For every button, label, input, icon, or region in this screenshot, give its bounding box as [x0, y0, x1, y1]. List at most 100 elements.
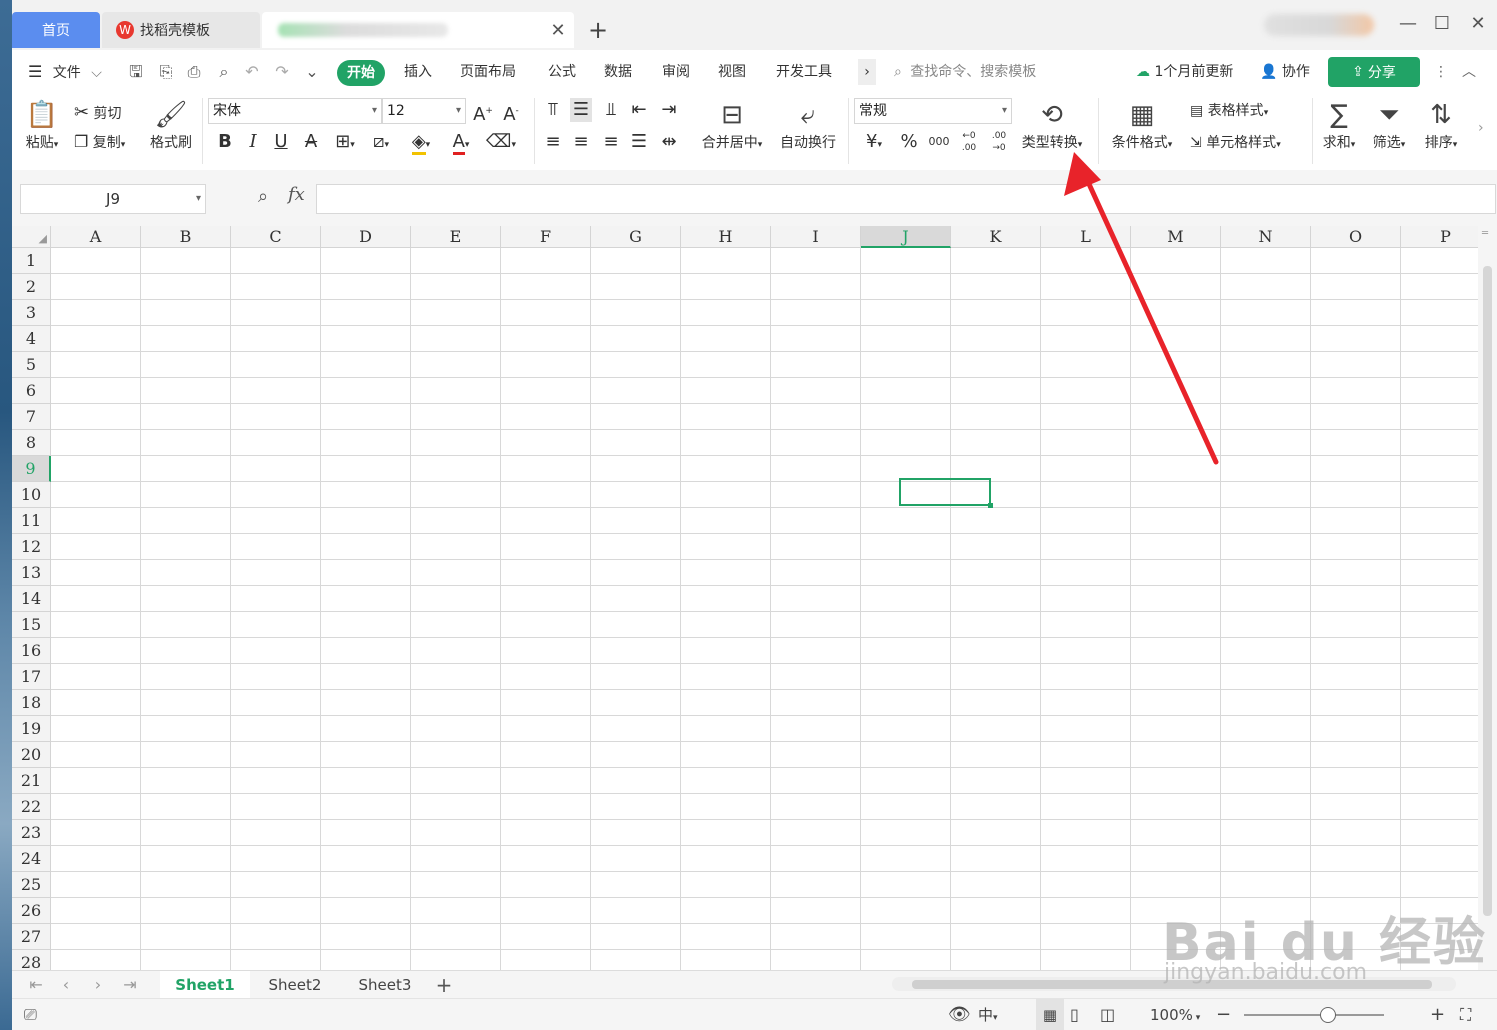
- undo-icon[interactable]: ↶: [242, 62, 262, 82]
- italic-button[interactable]: I: [242, 130, 264, 154]
- column-header-j[interactable]: J: [861, 226, 951, 248]
- new-tab-button[interactable]: +: [586, 16, 610, 44]
- input-method-icon[interactable]: 中▾: [978, 999, 998, 1030]
- column-header-e[interactable]: E: [411, 226, 501, 248]
- row-header-9[interactable]: 9: [12, 456, 51, 482]
- row-header-1[interactable]: 1: [12, 248, 51, 274]
- vertical-scroll-thumb[interactable]: [1483, 266, 1492, 916]
- cut-button[interactable]: ✂ 剪切: [74, 102, 122, 123]
- bold-button[interactable]: B: [214, 130, 236, 154]
- add-sheet-button[interactable]: +: [432, 971, 456, 999]
- row-header-13[interactable]: 13: [12, 560, 51, 586]
- row-header-10[interactable]: 10: [12, 482, 51, 508]
- column-header-m[interactable]: M: [1131, 226, 1221, 248]
- export-icon[interactable]: ⎘: [156, 62, 176, 82]
- thousands-separator-button[interactable]: 000: [926, 130, 952, 154]
- redo-icon[interactable]: ↷: [272, 62, 292, 82]
- border-icon[interactable]: ⊞▾: [330, 130, 360, 157]
- filter-button[interactable]: ⏷ 筛选▾: [1366, 98, 1412, 152]
- row-header-19[interactable]: 19: [12, 716, 51, 742]
- fill-handle[interactable]: [988, 503, 993, 508]
- column-header-i[interactable]: I: [771, 226, 861, 248]
- share-button[interactable]: ⇪ 分享: [1328, 57, 1420, 87]
- column-header-l[interactable]: L: [1041, 226, 1131, 248]
- page-layout-view-icon[interactable]: ▯: [1070, 999, 1079, 1030]
- next-sheet-icon[interactable]: ›: [86, 971, 110, 999]
- align-left-icon[interactable]: ≡: [542, 130, 564, 154]
- underline-button[interactable]: U: [270, 130, 292, 154]
- column-header-g[interactable]: G: [591, 226, 681, 248]
- zoom-level[interactable]: 100% ▾: [1150, 999, 1200, 1030]
- tab-view[interactable]: 视图: [718, 50, 746, 94]
- wrap-text-button[interactable]: ⤶ 自动换行: [776, 98, 840, 152]
- close-window-button[interactable]: ✕: [1464, 10, 1492, 38]
- row-header-15[interactable]: 15: [12, 612, 51, 638]
- file-menu[interactable]: ☰ 文件 ⌵: [28, 50, 102, 94]
- row-header-14[interactable]: 14: [12, 586, 51, 612]
- save-icon[interactable]: 🖫: [126, 62, 146, 82]
- column-header-a[interactable]: A: [51, 226, 141, 248]
- column-header-c[interactable]: C: [231, 226, 321, 248]
- row-header-18[interactable]: 18: [12, 690, 51, 716]
- column-header-b[interactable]: B: [141, 226, 231, 248]
- row-header-11[interactable]: 11: [12, 508, 51, 534]
- sort-button[interactable]: ⇅ 排序▾: [1418, 98, 1464, 152]
- row-header-16[interactable]: 16: [12, 638, 51, 664]
- currency-button[interactable]: ¥▾: [858, 130, 890, 157]
- command-search[interactable]: ⌕ 查找命令、搜索模板: [894, 50, 1036, 94]
- row-header-12[interactable]: 12: [12, 534, 51, 560]
- row-header-26[interactable]: 26: [12, 898, 51, 924]
- zoom-slider-knob[interactable]: [1320, 1007, 1336, 1023]
- tab-developer[interactable]: 开发工具: [776, 50, 832, 94]
- ribbon-scroll-right-icon[interactable]: ›: [1478, 120, 1484, 136]
- percent-button[interactable]: %: [898, 130, 920, 154]
- row-header-7[interactable]: 7: [12, 404, 51, 430]
- print-preview-icon[interactable]: ⌕: [214, 62, 234, 82]
- zoom-out-icon[interactable]: −: [1216, 999, 1231, 1030]
- cell-style-button[interactable]: ⇲ 单元格样式▾: [1190, 132, 1281, 152]
- normal-view-icon[interactable]: ▦: [1036, 999, 1064, 1030]
- eye-protection-icon[interactable]: 👁: [948, 999, 971, 1030]
- maximize-button[interactable]: ☐: [1428, 10, 1456, 38]
- font-name-select[interactable]: 宋体 ▾: [208, 98, 382, 124]
- font-size-select[interactable]: 12 ▾: [382, 98, 466, 124]
- blurred-account-area[interactable]: [1264, 14, 1374, 36]
- customize-quick-access-icon[interactable]: ⌄: [302, 62, 322, 82]
- first-sheet-icon[interactable]: ⇤: [24, 971, 48, 999]
- row-header-20[interactable]: 20: [12, 742, 51, 768]
- prev-sheet-icon[interactable]: ‹: [54, 971, 78, 999]
- row-header-25[interactable]: 25: [12, 872, 51, 898]
- column-header-f[interactable]: F: [501, 226, 591, 248]
- row-header-2[interactable]: 2: [12, 274, 51, 300]
- sum-button[interactable]: ∑ 求和▾: [1316, 98, 1362, 152]
- row-header-4[interactable]: 4: [12, 326, 51, 352]
- tab-document[interactable]: ✕: [262, 12, 574, 48]
- copy-button[interactable]: ❐ 复制▾: [74, 132, 125, 152]
- row-header-24[interactable]: 24: [12, 846, 51, 872]
- sheet-tab-sheet2[interactable]: Sheet2: [250, 971, 340, 999]
- zoom-in-icon[interactable]: +: [1430, 999, 1445, 1030]
- tab-start[interactable]: 开始: [337, 60, 385, 86]
- align-middle-icon[interactable]: ☰: [570, 98, 592, 122]
- cell-area[interactable]: [51, 248, 1478, 970]
- decrease-indent-icon[interactable]: ⇤: [628, 98, 650, 122]
- align-bottom-icon[interactable]: ⫫: [600, 98, 622, 122]
- decrease-decimal-button[interactable]: .00 →0: [986, 130, 1012, 154]
- paste-button[interactable]: 📋 粘贴▾: [20, 98, 64, 152]
- split-handle-icon[interactable]: ═: [1482, 228, 1488, 239]
- name-box[interactable]: J9 ▾: [20, 184, 206, 214]
- print-icon[interactable]: ⎙: [184, 62, 204, 82]
- merge-center-button[interactable]: ⊟ 合并居中▾: [696, 98, 768, 152]
- strikethrough-icon[interactable]: A: [300, 130, 322, 154]
- tab-insert[interactable]: 插入: [404, 50, 432, 94]
- insert-function-button[interactable]: fx: [288, 184, 305, 205]
- distributed-align-icon[interactable]: ⇹: [658, 130, 680, 154]
- row-header-3[interactable]: 3: [12, 300, 51, 326]
- vertical-scrollbar[interactable]: ═: [1478, 226, 1497, 970]
- table-style-button[interactable]: ▤ 表格样式▾: [1190, 100, 1268, 120]
- tab-page-layout[interactable]: 页面布局: [460, 50, 516, 94]
- row-header-28[interactable]: 28: [12, 950, 51, 970]
- tab-data[interactable]: 数据: [604, 50, 632, 94]
- row-header-22[interactable]: 22: [12, 794, 51, 820]
- tab-home[interactable]: 首页: [12, 12, 100, 48]
